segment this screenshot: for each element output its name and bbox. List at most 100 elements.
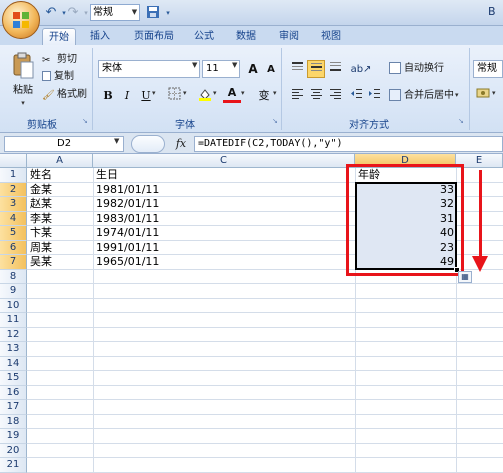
row-header-7[interactable]: 7 bbox=[0, 255, 27, 270]
row-header-2[interactable]: 2 bbox=[0, 182, 27, 197]
table-cell-name[interactable]: 李某 bbox=[30, 212, 52, 226]
row-header-17[interactable]: 17 bbox=[0, 400, 27, 415]
align-bottom-icon[interactable] bbox=[326, 60, 344, 78]
increase-indent-icon[interactable] bbox=[365, 87, 383, 105]
copy-icon bbox=[42, 71, 51, 81]
row-header-6[interactable]: 6 bbox=[0, 240, 27, 255]
save-icon[interactable] bbox=[145, 5, 161, 21]
tab-home[interactable]: 开始 bbox=[42, 28, 76, 46]
align-right-icon[interactable] bbox=[326, 87, 344, 105]
table-cell-name[interactable]: 周某 bbox=[30, 241, 52, 255]
chevron-down-icon[interactable]: ▾ bbox=[455, 91, 459, 99]
chevron-down-icon[interactable]: ▼ bbox=[192, 61, 197, 69]
align-top-icon[interactable] bbox=[288, 60, 306, 78]
tab-insert[interactable]: 插入 bbox=[84, 28, 116, 46]
tab-view[interactable]: 视图 bbox=[315, 28, 347, 46]
customize-qat-icon[interactable]: ▾ bbox=[160, 5, 176, 21]
chevron-down-icon[interactable]: ▼ bbox=[114, 137, 119, 145]
cut-button[interactable]: ✂ 剪切 bbox=[42, 52, 77, 68]
chevron-down-icon[interactable]: ▼ bbox=[129, 4, 140, 21]
column-header-c[interactable]: C bbox=[93, 154, 355, 168]
row-header-8[interactable]: 8 bbox=[0, 269, 27, 284]
tab-page-layout[interactable]: 页面布局 bbox=[128, 28, 180, 46]
insert-function-button[interactable]: fx bbox=[171, 136, 191, 152]
dialog-launcher-icon[interactable]: ↘ bbox=[272, 117, 278, 125]
row-header-3[interactable]: 3 bbox=[0, 197, 27, 212]
gridline bbox=[27, 370, 503, 371]
table-cell-name[interactable]: 卞某 bbox=[30, 226, 52, 240]
gridline bbox=[27, 326, 503, 328]
table-cell-name[interactable]: 金某 bbox=[30, 183, 52, 197]
copy-button[interactable]: 复制 bbox=[42, 69, 74, 85]
align-middle-icon[interactable] bbox=[307, 60, 325, 78]
accounting-format-icon[interactable] bbox=[474, 87, 492, 105]
table-cell-birthday[interactable]: 1965/01/11 bbox=[96, 255, 159, 269]
header-cell-name[interactable]: 姓名 bbox=[30, 168, 52, 182]
office-button[interactable] bbox=[2, 1, 40, 39]
row-header-14[interactable]: 14 bbox=[0, 356, 27, 371]
formula-bar-splitter[interactable] bbox=[131, 135, 165, 153]
paste-button[interactable]: 粘贴 ▾ bbox=[8, 52, 38, 110]
tab-review[interactable]: 审阅 bbox=[273, 28, 305, 46]
table-cell-birthday[interactable]: 1983/01/11 bbox=[96, 212, 159, 226]
row-header-10[interactable]: 10 bbox=[0, 298, 27, 313]
paste-icon bbox=[13, 52, 34, 79]
row-header-13[interactable]: 13 bbox=[0, 342, 27, 357]
italic-button[interactable]: I bbox=[118, 87, 136, 105]
table-cell-birthday[interactable]: 1974/01/11 bbox=[96, 226, 159, 240]
row-header-19[interactable]: 19 bbox=[0, 429, 27, 444]
row-header-1[interactable]: 1 bbox=[0, 168, 27, 183]
chevron-down-icon[interactable]: ▾ bbox=[152, 89, 156, 97]
row-header-20[interactable]: 20 bbox=[0, 443, 27, 458]
row-header-18[interactable]: 18 bbox=[0, 414, 27, 429]
table-cell-birthday[interactable]: 1991/01/11 bbox=[96, 241, 159, 255]
chevron-down-icon[interactable]: ▾ bbox=[241, 89, 245, 97]
table-cell-birthday[interactable]: 1982/01/11 bbox=[96, 197, 159, 211]
auto-fill-options-icon[interactable]: ▦ bbox=[458, 271, 472, 283]
font-color-button[interactable]: A bbox=[223, 85, 241, 103]
name-box[interactable]: D2 bbox=[4, 136, 124, 152]
tab-data[interactable]: 数据 bbox=[230, 28, 262, 46]
dialog-launcher-icon[interactable]: ↘ bbox=[458, 117, 464, 125]
row-header-15[interactable]: 15 bbox=[0, 371, 27, 386]
shrink-font-button[interactable]: A bbox=[262, 61, 280, 79]
table-cell-name[interactable]: 赵某 bbox=[30, 197, 52, 211]
formula-input[interactable]: =DATEDIF(C2,TODAY(),"y") bbox=[194, 136, 503, 152]
paste-dropdown-icon[interactable]: ▾ bbox=[8, 99, 38, 107]
orientation-icon[interactable]: ab↗ bbox=[348, 60, 374, 78]
row-header-5[interactable]: 5 bbox=[0, 226, 27, 241]
merge-center-button[interactable]: 合并后居中 bbox=[389, 88, 454, 104]
chevron-down-icon[interactable]: ▼ bbox=[232, 61, 237, 69]
row-header-11[interactable]: 11 bbox=[0, 313, 27, 328]
row-header-21[interactable]: 21 bbox=[0, 458, 27, 473]
borders-icon[interactable] bbox=[165, 87, 183, 105]
row-header-16[interactable]: 16 bbox=[0, 385, 27, 400]
paintbrush-icon: 🖌 bbox=[42, 90, 55, 101]
font-name-combo[interactable]: 宋体 bbox=[98, 60, 200, 78]
bold-button[interactable]: B bbox=[99, 87, 117, 105]
phonetic-button[interactable]: 变 bbox=[253, 87, 275, 105]
header-cell-birthday[interactable]: 生日 bbox=[96, 168, 118, 182]
table-cell-birthday[interactable]: 1981/01/11 bbox=[96, 183, 159, 197]
number-format-combo[interactable]: 常规 bbox=[473, 60, 503, 78]
table-cell-name[interactable]: 吴某 bbox=[30, 255, 52, 269]
format-painter-button[interactable]: 🖌 格式刷 bbox=[42, 87, 87, 103]
align-center-icon[interactable] bbox=[307, 87, 325, 105]
wrap-text-button[interactable]: 自动换行 bbox=[389, 61, 444, 77]
chevron-down-icon[interactable]: ▾ bbox=[492, 89, 496, 97]
dialog-launcher-icon[interactable]: ↘ bbox=[82, 117, 88, 125]
select-all-corner[interactable] bbox=[0, 154, 27, 168]
chevron-down-icon[interactable]: ▾ bbox=[183, 89, 187, 97]
grow-font-button[interactable]: A bbox=[244, 60, 262, 78]
fill-color-icon[interactable] bbox=[196, 87, 214, 105]
align-left-icon[interactable] bbox=[288, 87, 306, 105]
chevron-down-icon[interactable]: ▾ bbox=[273, 89, 277, 97]
decrease-indent-icon[interactable] bbox=[347, 87, 365, 105]
row-header-4[interactable]: 4 bbox=[0, 211, 27, 226]
column-header-a[interactable]: A bbox=[27, 154, 93, 168]
font-group-label: 字体 bbox=[175, 120, 195, 131]
row-header-12[interactable]: 12 bbox=[0, 327, 27, 342]
row-header-9[interactable]: 9 bbox=[0, 284, 27, 299]
chevron-down-icon[interactable]: ▾ bbox=[213, 89, 217, 97]
tab-formulas[interactable]: 公式 bbox=[188, 28, 220, 46]
